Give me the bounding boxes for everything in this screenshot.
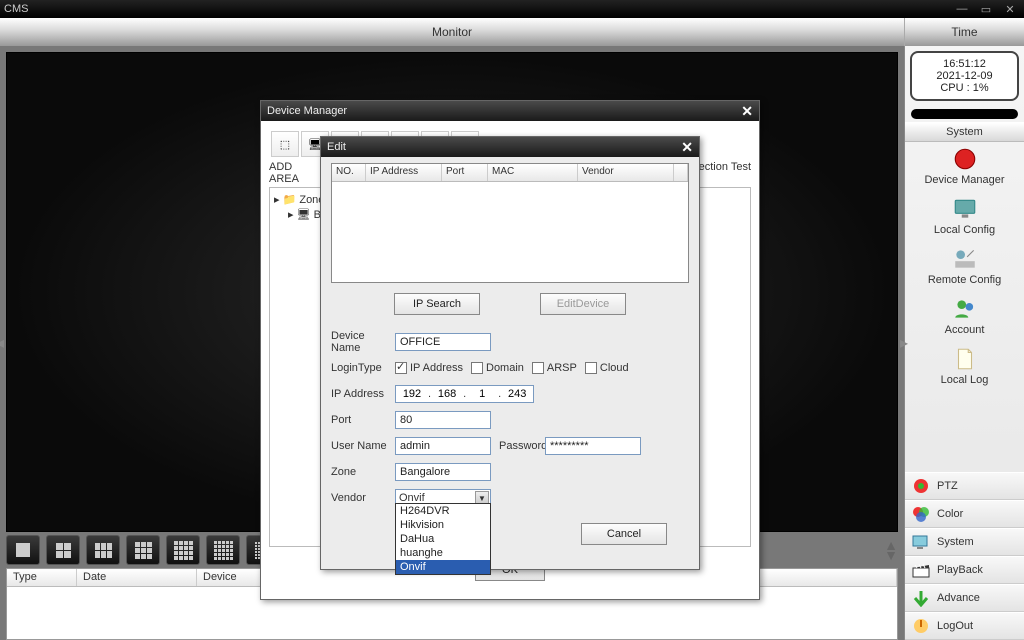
minimize-icon[interactable]: —	[952, 2, 972, 16]
dm-close-icon[interactable]: ✕	[741, 103, 753, 120]
record-icon	[952, 146, 978, 172]
zone-input[interactable]	[395, 463, 491, 481]
edit-dialog: Edit ✕ NO. IP Address Port MAC Vendor	[320, 136, 700, 570]
tab-monitor[interactable]: Monitor	[0, 18, 904, 46]
row-advance[interactable]: Advance	[905, 584, 1024, 612]
ip-seg-3[interactable]	[468, 388, 496, 400]
monitor-icon	[952, 196, 978, 222]
col-vendor[interactable]: Vendor	[578, 164, 674, 181]
ptz-icon	[911, 477, 931, 495]
clock-date: 2021-12-09	[914, 70, 1015, 82]
label-user: User Name	[331, 440, 395, 452]
password-input[interactable]	[545, 437, 641, 455]
col-no[interactable]: NO.	[332, 164, 366, 181]
ip-seg-1[interactable]	[398, 388, 426, 400]
dm-tool-add-area-icon[interactable]: ⬚	[271, 131, 299, 157]
app-titlebar: CMS — ▭ ✕	[0, 0, 1024, 18]
clock-time: 16:51:12	[914, 58, 1015, 70]
system-header: System	[905, 122, 1024, 142]
right-sidebar: 16:51:12 2021-12-09 CPU : 1% System Devi…	[904, 46, 1024, 640]
layout-16[interactable]	[166, 535, 200, 565]
advance-icon	[911, 589, 931, 607]
panel-collapse-right-icon[interactable]: ▸	[900, 333, 908, 353]
layout-4[interactable]	[46, 535, 80, 565]
dm-title: Device Manager	[267, 105, 347, 117]
row-playback[interactable]: PlayBack	[905, 556, 1024, 584]
row-ptz[interactable]: PTZ	[905, 472, 1024, 500]
label-vendor: Vendor	[331, 492, 395, 504]
top-tabstrip: Monitor Time	[0, 18, 1024, 46]
ip-seg-4[interactable]	[503, 388, 531, 400]
col-mac[interactable]: MAC	[488, 164, 578, 181]
ip-seg-2[interactable]	[433, 388, 461, 400]
label-zone: Zone	[331, 466, 395, 478]
logout-icon	[911, 617, 931, 635]
label-pass: Password	[499, 440, 545, 452]
sidebar-remote-config[interactable]: Remote Config	[905, 242, 1024, 292]
maximize-icon[interactable]: ▭	[976, 2, 996, 16]
layout-1[interactable]	[6, 535, 40, 565]
layout-9[interactable]	[126, 535, 160, 565]
main-area: ◂ H.2 ▲▼ Type Date Device ▸ Device Manag…	[0, 46, 904, 640]
layout-scroll[interactable]: ▲▼	[884, 540, 898, 560]
vendor-opt-h264[interactable]: H264DVR	[396, 504, 490, 518]
row-color[interactable]: Color	[905, 500, 1024, 528]
ip-input[interactable]: . . .	[395, 385, 534, 403]
file-icon	[952, 346, 978, 372]
col-ip[interactable]: IP Address	[366, 164, 442, 181]
radio-arsp[interactable]	[532, 362, 544, 374]
col-blank	[674, 164, 688, 181]
app-title: CMS	[4, 3, 28, 15]
device-list[interactable]: NO. IP Address Port MAC Vendor	[331, 163, 689, 283]
row-logout[interactable]: LogOut	[905, 612, 1024, 640]
users-icon	[952, 296, 978, 322]
dm-label-add-area: ADD AREA	[269, 161, 319, 185]
vendor-dropdown[interactable]: H264DVR Hikvision DaHua huanghe Onvif	[395, 503, 491, 575]
panel-collapse-left-icon[interactable]: ◂	[0, 333, 4, 353]
tab-time[interactable]: Time	[904, 18, 1024, 46]
sidebar-local-log[interactable]: Local Log	[905, 342, 1024, 392]
color-icon	[911, 505, 931, 523]
close-icon[interactable]: ✕	[1000, 2, 1020, 16]
port-input[interactable]	[395, 411, 491, 429]
clock-cpu: CPU : 1%	[914, 82, 1015, 94]
label-device-name: Device Name	[331, 330, 395, 354]
system-icon	[911, 533, 931, 551]
row-system[interactable]: System	[905, 528, 1024, 556]
sidebar-local-config[interactable]: Local Config	[905, 192, 1024, 242]
layout-25[interactable]	[206, 535, 240, 565]
layout-6[interactable]	[86, 535, 120, 565]
radio-domain[interactable]	[471, 362, 483, 374]
log-col-date[interactable]: Date	[77, 569, 197, 586]
col-port[interactable]: Port	[442, 164, 488, 181]
sidebar-account[interactable]: Account	[905, 292, 1024, 342]
network-icon	[952, 246, 978, 272]
vendor-opt-onvif[interactable]: Onvif	[396, 560, 490, 574]
vendor-opt-hikvision[interactable]: Hikvision	[396, 518, 490, 532]
vendor-opt-dahua[interactable]: DaHua	[396, 532, 490, 546]
label-login-type: LoginType	[331, 362, 395, 374]
edit-device-button[interactable]: EditDevice	[540, 293, 626, 315]
vendor-opt-huanghe[interactable]: huanghe	[396, 546, 490, 560]
label-port: Port	[331, 414, 395, 426]
edit-title: Edit	[327, 141, 346, 153]
clapper-icon	[911, 561, 931, 579]
sidebar-device-manager[interactable]: Device Manager	[905, 142, 1024, 192]
edit-close-icon[interactable]: ✕	[681, 139, 693, 156]
radio-cloud[interactable]	[585, 362, 597, 374]
log-col-type[interactable]: Type	[7, 569, 77, 586]
clock-panel: 16:51:12 2021-12-09 CPU : 1%	[910, 51, 1019, 101]
radio-ip[interactable]	[395, 362, 407, 374]
status-bar	[911, 109, 1018, 119]
username-input[interactable]	[395, 437, 491, 455]
ip-search-button[interactable]: IP Search	[394, 293, 480, 315]
device-name-input[interactable]	[395, 333, 491, 351]
down-icon[interactable]: ▼	[884, 550, 898, 560]
label-ip: IP Address	[331, 388, 395, 400]
cancel-button[interactable]: Cancel	[581, 523, 667, 545]
